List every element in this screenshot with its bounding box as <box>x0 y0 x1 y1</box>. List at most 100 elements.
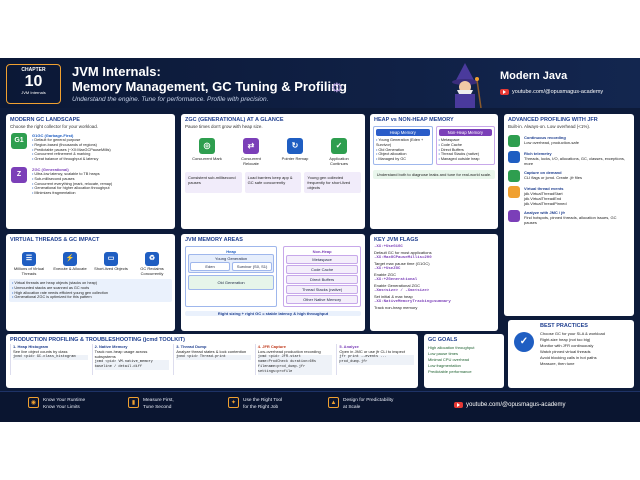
vt-step-label: Short-lived Objects <box>94 266 128 271</box>
profiling-step: 4. JFR Capture Low-overhead production re… <box>254 344 333 375</box>
footer-2-icon: ▮ <box>128 397 139 408</box>
footer-3-icon: ✦ <box>228 397 239 408</box>
vt-steps: ☰ Millions of Virtual Threads ⚡ Execute & A… <box>6 244 175 276</box>
page-title: JVM Internals: Memory Management, GC Tun… <box>72 64 362 94</box>
footer-line-1: Use the Right Tool <box>243 398 283 403</box>
chapter-badge: CHAPTER 10 JVM Internals <box>6 64 61 104</box>
channel-url: youtube.com/@opusmagus-academy <box>512 89 604 95</box>
nonheap-label: Non-Heap <box>312 249 332 254</box>
jfr-item-3-icon <box>508 170 520 182</box>
gc-goals-panel: GC GOALS High allocation throughput Low p… <box>424 334 504 388</box>
zgc-step-label: Concurrent Mark <box>192 156 222 161</box>
zgc-step-2-icon: ⇄ <box>243 138 259 154</box>
heap-item: Young Generation (Eden + Survivor) <box>376 138 430 148</box>
zgc-note: Young gen collected frequently for short… <box>304 172 362 193</box>
nonheap-area: Thread Stacks (native) <box>286 285 358 294</box>
vt-notes: Virtual threads are heap objects (stacks… <box>9 279 172 303</box>
footer-channel-link[interactable]: youtube.com/@opusmagus-academy <box>454 402 565 408</box>
best-practices-panel: BEST PRACTICES ✓ Choose GC for your SLA … <box>508 320 634 388</box>
panel-title: PRODUCTION PROFILING & TROUBLESHOOTING (… <box>10 337 185 343</box>
youtube-icon <box>454 402 463 408</box>
zgc-feature: Minimizes fragmentation <box>32 191 112 196</box>
sizing-formula: Right sizing + right GC = stable latency… <box>185 311 361 316</box>
footer-line-2: for the Right Job <box>243 405 279 410</box>
best-practice: Right-size heap (not too big) <box>540 337 591 342</box>
vt-step-label: GC Reclaims Concurrently <box>140 266 164 276</box>
profiling-command: jfr print --events ... prod_dump.jfr <box>339 355 414 365</box>
vt-step: ▭ Short-lived Objects <box>94 247 128 276</box>
vt-step: ⚡ Execute & Allocate <box>53 247 87 276</box>
gc-goal: High allocation throughput <box>428 345 475 350</box>
young-gen-box: Young Generation Eden Survivor (S0, S1) <box>188 254 275 273</box>
g1-badge-icon: G1 <box>11 133 27 149</box>
nonheap-diagram: Non-Heap Metaspace Code Cache Direct Buffe… <box>283 246 361 307</box>
vt-step-label: Millions of Virtual Threads <box>13 266 45 276</box>
nonheap-area: Metaspace <box>286 255 358 264</box>
header: CHAPTER 10 JVM Internals JVM Internals: … <box>0 58 640 108</box>
jfr-item: Rich telemetry Threads, locks, I/O, alloc… <box>508 151 630 166</box>
title-line-1: JVM Internals: <box>72 64 161 79</box>
panel-title: VIRTUAL THREADS & GC IMPACT <box>10 237 100 243</box>
panel-title: ZGC (GENERATIONAL) AT A GLANCE <box>185 117 284 123</box>
profiling-step: 1. Heap Histogram See live object counts … <box>10 344 88 375</box>
best-practice: Avoid blocking calls in hot paths <box>540 355 597 360</box>
profiling-step: 5. Analyze Open in JMC or use jfr CLI to … <box>336 344 414 375</box>
profiling-panel: PRODUCTION PROFILING & TROUBLESHOOTING (… <box>6 334 418 388</box>
best-practice: Choose GC for your SLA & workload <box>540 331 605 336</box>
jfr-item: Continuous recording Low overhead, produc… <box>508 135 630 147</box>
jfr-item-5-icon <box>508 210 520 222</box>
footer-item: ▮ Measure First, Tune Second <box>128 397 201 411</box>
profiling-step-desc: See live object counts by class <box>13 349 68 354</box>
profiling-command: jcmd <pid> JFR.start name=ProdCheck dura… <box>257 355 333 375</box>
zgc-step: ⇄ Concurrent Relocate <box>233 135 269 166</box>
best-practice: Watch pinned virtual threads <box>540 349 591 354</box>
jfr-item-text: Virtual thread events jdk.VirtualThreadSt… <box>524 186 567 206</box>
footer-4-icon: ▲ <box>328 397 339 408</box>
jfr-item-detail: Threads, locks, I/O, allocations, GC, cl… <box>524 156 625 166</box>
footer-line-2: Know Your Limits <box>43 405 80 410</box>
nonheap-memory-title: Non-Heap Memory <box>438 129 492 136</box>
zgc-steps: ◎ Concurrent Mark ⇄ Concurrent Relocate ↻ Poi… <box>181 129 365 166</box>
footer-line-2: at Scale <box>343 405 361 410</box>
footer-item: ◉ Know Your Runtime Know Your Limits <box>28 397 101 411</box>
youtube-icon <box>500 89 509 95</box>
flag-description: Default GC for most applications <box>374 250 432 255</box>
gc-goal: Minimal CPU overhead <box>428 357 470 362</box>
footer-text: Use the Right Tool for the Right Job <box>243 397 301 411</box>
jfr-item-text: Analyze with JMC / jfr Find hotspots, pin… <box>524 210 630 225</box>
goal-list: High allocation throughput Low pause time… <box>424 345 504 374</box>
nonheap-area: Code Cache <box>286 265 358 274</box>
brand-name: Modern Java <box>500 70 568 82</box>
chapter-name: JVM Internals <box>21 90 46 95</box>
profiling-step-desc: Track non-heap usage across subsystems <box>94 349 148 359</box>
footer-line-1: Design for Predictability <box>343 398 394 403</box>
panel-title: MODERN GC LANDSCAPE <box>10 117 80 123</box>
panel-title: ADVANCED PROFILING WITH JFR <box>508 117 598 123</box>
heap-vs-nonheap-panel: HEAP vs NON-HEAP MEMORY Heap Memory Youn… <box>370 114 498 229</box>
eden-label: Eden <box>190 262 231 271</box>
flag-description: Target max pause time (G1GC) <box>374 261 430 266</box>
panel-title: GC GOALS <box>428 337 458 343</box>
survivor-label: Survivor (S0, S1) <box>232 262 273 271</box>
jfr-item: Capture on demand CLI flags or jcmd. Crea… <box>508 170 630 182</box>
zgc-notes: Consistent sub-millisecond pauses Load ba… <box>181 166 365 193</box>
footer-text: Measure First, Tune Second <box>143 397 201 411</box>
zgc-features: Ultra-low latency, scalable to TB heapsS… <box>32 172 112 196</box>
jfr-item-text: Rich telemetry Threads, locks, I/O, alloc… <box>524 151 630 166</box>
gc-goal: Low fragmentation <box>428 363 461 368</box>
profiling-step-desc: Analyze thread states & lock contention <box>176 349 247 354</box>
jfr-panel: ADVANCED PROFILING WITH JFR Built-in. Al… <box>504 114 634 316</box>
panel-title: HEAP vs NON-HEAP MEMORY <box>374 117 454 123</box>
jfr-item-detail: Low overhead, production-safe <box>524 140 579 145</box>
zgc-step-label: Pointer Remap <box>281 156 309 161</box>
footer-item: ✦ Use the Right Tool for the Right Job <box>228 397 301 411</box>
flag-description: Enable Generational ZGC <box>374 283 421 288</box>
zgc-step-1-icon: ◎ <box>199 138 215 154</box>
jfr-item-text: Capture on demand CLI flags or jcmd. Crea… <box>524 170 582 182</box>
g1-features: Default for general purposeRegion-based … <box>32 138 110 162</box>
infographic: CHAPTER 10 JVM Internals JVM Internals: … <box>0 58 640 422</box>
heap-items: Young Generation (Eden + Survivor)Old Ge… <box>376 138 430 162</box>
page-subtitle: Understand the engine. Tune for performa… <box>72 96 269 103</box>
channel-link[interactable]: youtube.com/@opusmagus-academy <box>500 89 603 95</box>
heap-item: Managed by GC <box>376 157 430 162</box>
